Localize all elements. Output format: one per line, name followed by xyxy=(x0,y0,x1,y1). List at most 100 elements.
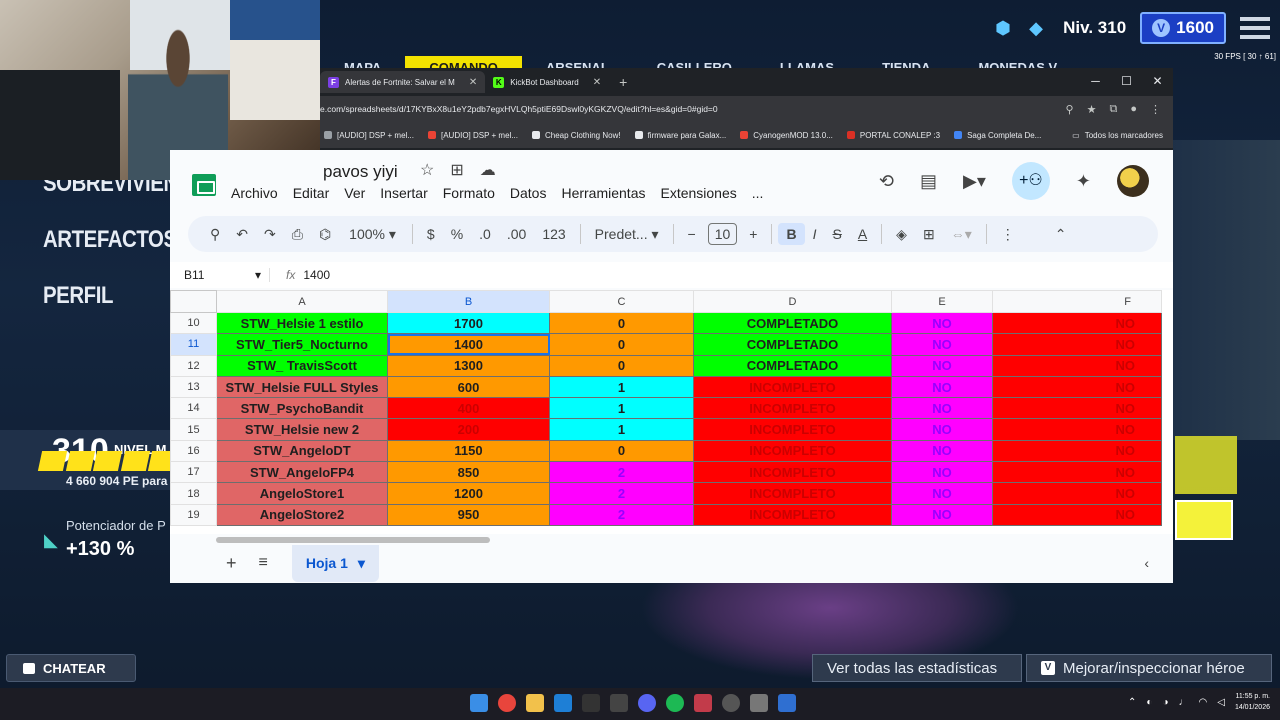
cell-c19[interactable]: 2 xyxy=(549,503,694,526)
number-format-button[interactable]: 123 xyxy=(534,226,573,242)
cell-b15[interactable]: 200 xyxy=(387,418,550,441)
meet-icon[interactable]: ▶▾ xyxy=(963,171,986,192)
column-header[interactable]: F xyxy=(992,290,1162,313)
app-icon[interactable] xyxy=(610,694,628,712)
select-all-corner[interactable] xyxy=(170,290,217,313)
clock[interactable]: 11:55 p. m. 14/01/2026 xyxy=(1235,691,1270,713)
menu-extensiones[interactable]: Extensiones xyxy=(660,185,745,201)
print-icon[interactable]: ⎙ xyxy=(284,226,311,243)
cell-d10[interactable]: COMPLETADO xyxy=(693,311,892,335)
cell-e10[interactable]: NO xyxy=(891,311,993,335)
url-field[interactable]: e.com/spreadsheets/d/17KYBxX8u1eY2pdb7eg… xyxy=(320,104,1066,114)
cell-c17[interactable]: 2 xyxy=(549,461,694,484)
row-header[interactable]: 14 xyxy=(170,397,217,420)
menu-editar[interactable]: Editar xyxy=(293,185,339,201)
fill-color-icon[interactable]: ◈ xyxy=(888,226,915,243)
maximize-icon[interactable]: ☐ xyxy=(1111,68,1142,96)
row-header[interactable]: 11 xyxy=(170,333,217,356)
search-icon[interactable]: ⚲ xyxy=(202,226,228,243)
cell-f18[interactable]: NO xyxy=(992,482,1162,505)
bold-button[interactable]: B xyxy=(778,223,805,245)
hamburger-menu-icon[interactable] xyxy=(1240,17,1270,39)
menu-more[interactable]: ... xyxy=(752,185,773,201)
cell-e13[interactable]: NO xyxy=(891,375,993,399)
new-tab-icon[interactable]: + xyxy=(609,74,637,90)
italic-button[interactable]: I xyxy=(805,226,825,242)
comments-icon[interactable]: ▤ xyxy=(920,171,937,192)
obs-icon[interactable] xyxy=(722,694,740,712)
bookmark-item[interactable]: [AUDIO] DSP + mel... xyxy=(324,131,414,140)
cell-a11[interactable]: STW_Tier5_Nocturno xyxy=(216,333,388,356)
avatar[interactable] xyxy=(1117,165,1149,197)
cell-c16[interactable]: 0 xyxy=(549,439,694,463)
cell-a17[interactable]: STW_AngeloFP4 xyxy=(216,461,388,484)
cell-d15[interactable]: INCOMPLETO xyxy=(693,418,892,441)
view-stats-button[interactable]: Ver todas las estadísticas xyxy=(812,654,1022,682)
cell-e16[interactable]: NO xyxy=(891,439,993,463)
epic-games-icon[interactable] xyxy=(582,694,600,712)
app-icon[interactable] xyxy=(778,694,796,712)
percent-button[interactable]: % xyxy=(443,226,471,242)
menu-datos[interactable]: Datos xyxy=(510,185,556,201)
cell-d12[interactable]: COMPLETADO xyxy=(693,354,892,377)
share-icon[interactable]: +⚇ xyxy=(1011,162,1050,200)
close-window-icon[interactable]: ✕ xyxy=(1142,68,1173,96)
tab-fortnite-alerts[interactable]: F Alertas de Fortnite: Salvar el M ✕ xyxy=(320,71,486,93)
row-header[interactable]: 16 xyxy=(170,439,217,463)
name-box[interactable]: B11 ▾ xyxy=(170,268,270,282)
upgrade-hero-button[interactable]: V Mejorar/inspeccionar héroe xyxy=(1026,654,1272,682)
cell-e15[interactable]: NO xyxy=(891,418,993,441)
cell-a18[interactable]: AngeloStore1 xyxy=(216,482,388,505)
all-sheets-icon[interactable]: ≡ xyxy=(259,554,268,572)
increase-decimal-button[interactable]: .00 xyxy=(499,226,534,242)
cell-c15[interactable]: 1 xyxy=(549,418,694,441)
cell-b13[interactable]: 600 xyxy=(387,375,550,399)
cell-f10[interactable]: NO xyxy=(992,311,1162,335)
bookmark-item[interactable]: CyanogenMOD 13.0... xyxy=(740,131,833,140)
sheet-tab[interactable]: Hoja 1 ▾ xyxy=(291,544,379,582)
tray-icon[interactable]: ◐ xyxy=(1146,697,1152,708)
spotify-icon[interactable] xyxy=(666,694,684,712)
side-item-artefactos[interactable]: ARTEFACTOS xyxy=(43,226,178,254)
menu-ver[interactable]: Ver xyxy=(344,185,374,201)
move-folder-icon[interactable]: ⊞ xyxy=(450,160,463,180)
app-icon[interactable] xyxy=(750,694,768,712)
tab-kickbot[interactable]: K KickBot Dashboard ✕ xyxy=(485,71,609,93)
more-options-icon[interactable]: ⋮ xyxy=(993,226,1023,243)
cell-f17[interactable]: NO xyxy=(992,461,1162,484)
font-size-increase-icon[interactable]: + xyxy=(741,226,765,242)
app-icon[interactable] xyxy=(694,694,712,712)
merge-cells-icon[interactable]: ⇔▾ xyxy=(943,226,980,243)
menu-formato[interactable]: Formato xyxy=(443,185,504,201)
cell-b12[interactable]: 1300 xyxy=(387,354,550,377)
bookmark-item[interactable]: [AUDIO] DSP + mel... xyxy=(427,131,518,140)
microphone-icon[interactable]: ♩ xyxy=(1179,697,1189,708)
close-icon[interactable]: ✕ xyxy=(469,77,477,88)
chevron-up-icon[interactable]: ⌃ xyxy=(1128,697,1136,708)
font-select[interactable]: Predet... ▾ xyxy=(587,226,667,243)
file-explorer-icon[interactable] xyxy=(526,694,544,712)
cell-b19[interactable]: 950 xyxy=(387,503,550,526)
cell-d13[interactable]: INCOMPLETO xyxy=(693,375,892,399)
cell-c10[interactable]: 0 xyxy=(549,311,694,335)
cell-e14[interactable]: NO xyxy=(891,397,993,420)
paint-format-icon[interactable]: ⌬ xyxy=(311,226,339,243)
bookmark-item[interactable]: Cheap Clothing Now! xyxy=(531,131,621,140)
cell-d18[interactable]: INCOMPLETO xyxy=(693,482,892,505)
cell-a12[interactable]: STW_ TravisScott xyxy=(216,354,388,377)
cell-a15[interactable]: STW_Helsie new 2 xyxy=(216,418,388,441)
row-header[interactable]: 17 xyxy=(170,461,217,484)
tray-icon[interactable]: ◑ xyxy=(1162,697,1168,708)
column-header[interactable]: B xyxy=(387,290,550,313)
cell-f16[interactable]: NO xyxy=(992,439,1162,463)
borders-icon[interactable]: ⊞ xyxy=(915,226,943,243)
menu-herramientas[interactable]: Herramientas xyxy=(561,185,654,201)
row-header[interactable]: 12 xyxy=(170,354,217,377)
row-header[interactable]: 10 xyxy=(170,311,217,335)
cell-f19[interactable]: NO xyxy=(992,503,1162,526)
column-header[interactable]: A xyxy=(216,290,388,313)
currency-button[interactable]: $ xyxy=(419,226,443,242)
cell-e19[interactable]: NO xyxy=(891,503,993,526)
zoom-select[interactable]: 100% ▾ xyxy=(339,226,406,243)
text-color-button[interactable]: A xyxy=(850,226,875,242)
